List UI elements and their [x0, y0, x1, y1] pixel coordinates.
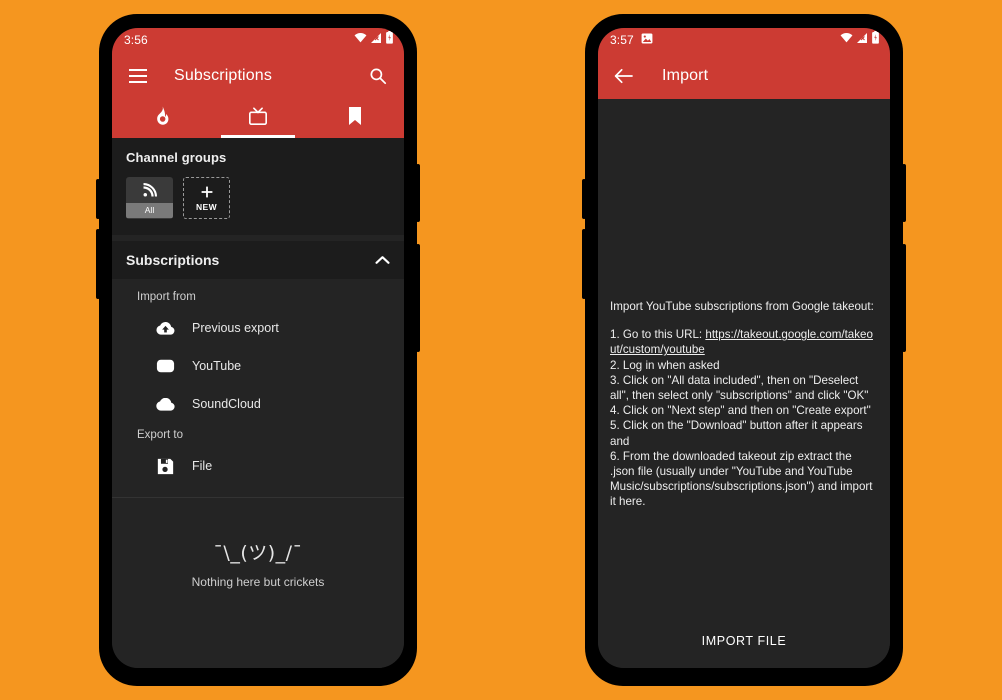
tab-subscriptions[interactable]	[209, 99, 306, 138]
list-item-previous-export[interactable]: Previous export	[112, 309, 404, 347]
subscriptions-content: Channel groups All NEW Subscriptions Imp…	[112, 138, 404, 668]
phone-device-left: 3:56 Subscriptions Channel groups All NE…	[96, 14, 420, 686]
channel-groups-section: Channel groups All NEW	[112, 138, 404, 235]
mobile-signal-icon	[856, 31, 868, 49]
tab-bookmarks[interactable]	[307, 99, 404, 138]
device-volume-button[interactable]	[902, 244, 906, 352]
device-volume-button[interactable]	[416, 244, 420, 352]
back-arrow-icon[interactable]	[612, 64, 636, 88]
flame-icon	[152, 106, 169, 131]
import-from-caption: Import from	[137, 291, 196, 303]
screen-import: 3:57 Import Import YouTube subscriptions…	[598, 28, 890, 668]
cloud-icon	[154, 393, 176, 415]
shrug-emoticon: ¯\_(ツ)_/¯	[213, 542, 303, 564]
import-step-3: 3. Click on "All data included", then on…	[610, 373, 869, 403]
hamburger-menu-icon[interactable]	[126, 64, 150, 88]
tab-bar	[112, 99, 404, 138]
status-icons	[840, 31, 880, 49]
device-side-button[interactable]	[96, 229, 100, 299]
channel-group-all-label: All	[126, 203, 173, 218]
empty-state: ¯\_(ツ)_/¯ Nothing here but crickets	[112, 498, 404, 589]
import-instructions: Import YouTube subscriptions from Google…	[610, 299, 878, 510]
battery-icon	[385, 31, 394, 49]
wifi-icon	[354, 31, 367, 49]
list-item-label: Previous export	[192, 321, 279, 335]
status-clock: 3:57	[610, 33, 634, 47]
export-to-caption: Export to	[137, 429, 184, 441]
search-icon[interactable]	[366, 64, 390, 88]
status-bar: 3:56	[112, 28, 404, 52]
list-item-label: File	[192, 459, 213, 473]
import-step-6: 6. From the downloaded takeout zip extra…	[610, 449, 873, 509]
chevron-up-icon[interactable]	[375, 255, 390, 265]
plus-icon	[201, 184, 213, 200]
save-floppy-icon	[154, 455, 176, 477]
app-toolbar: Subscriptions	[112, 52, 404, 99]
list-item-youtube[interactable]: YouTube	[112, 347, 404, 385]
import-step-2: 2. Log in when asked	[610, 358, 720, 372]
status-clock: 3:56	[124, 33, 148, 47]
youtube-icon	[154, 355, 176, 377]
device-power-button[interactable]	[902, 164, 906, 222]
page-title: Import	[662, 66, 709, 84]
status-notification-icons	[641, 31, 653, 49]
status-bar: 3:57	[598, 28, 890, 52]
wifi-icon	[840, 31, 853, 49]
channel-group-all[interactable]: All	[126, 177, 173, 219]
import-step-5: 5. Click on the "Download" button after …	[610, 419, 863, 448]
battery-icon	[871, 31, 880, 49]
device-power-button[interactable]	[416, 164, 420, 222]
import-export-list: Import from Previous export YouTube Soun…	[112, 279, 404, 495]
tab-trending[interactable]	[112, 99, 209, 138]
subscriptions-section-header[interactable]: Subscriptions	[112, 241, 404, 279]
rss-icon	[142, 177, 157, 203]
list-item-label: YouTube	[192, 359, 242, 373]
import-step-1: 1. Go to this URL: https://takeout.googl…	[610, 327, 878, 357]
device-side-button[interactable]	[582, 229, 586, 299]
device-side-button[interactable]	[582, 179, 586, 219]
image-screenshot-icon	[641, 31, 653, 49]
list-item-soundcloud[interactable]: SoundCloud	[112, 385, 404, 423]
import-file-button[interactable]: IMPORT FILE	[598, 634, 890, 648]
import-step-1-prefix: 1. Go to this URL:	[610, 328, 706, 342]
screen-subscriptions: 3:56 Subscriptions Channel groups All NE…	[112, 28, 404, 668]
app-toolbar: Import	[598, 52, 890, 99]
cloud-upload-icon	[154, 317, 176, 339]
list-item-label: SoundCloud	[192, 397, 261, 411]
list-item-file[interactable]: File	[112, 447, 404, 485]
phone-device-right: 3:57 Import Import YouTube subscriptions…	[582, 14, 906, 686]
tv-icon	[247, 106, 269, 131]
page-title: Subscriptions	[174, 66, 272, 84]
channel-group-new-label: NEW	[195, 202, 218, 212]
status-icons	[354, 31, 394, 49]
import-step-4: 4. Click on "Next step" and then on "Cre…	[610, 404, 871, 418]
subscriptions-heading: Subscriptions	[126, 252, 220, 268]
channel-group-new[interactable]: NEW	[183, 177, 230, 219]
channel-groups-heading: Channel groups	[126, 150, 227, 165]
empty-state-message: Nothing here but crickets	[191, 575, 325, 589]
import-intro: Import YouTube subscriptions from Google…	[610, 300, 874, 313]
device-side-button[interactable]	[96, 179, 100, 219]
mobile-signal-icon	[370, 31, 382, 49]
bookmark-icon	[348, 106, 362, 131]
import-content: Import YouTube subscriptions from Google…	[598, 99, 890, 668]
channel-groups-row: All NEW	[126, 165, 390, 235]
